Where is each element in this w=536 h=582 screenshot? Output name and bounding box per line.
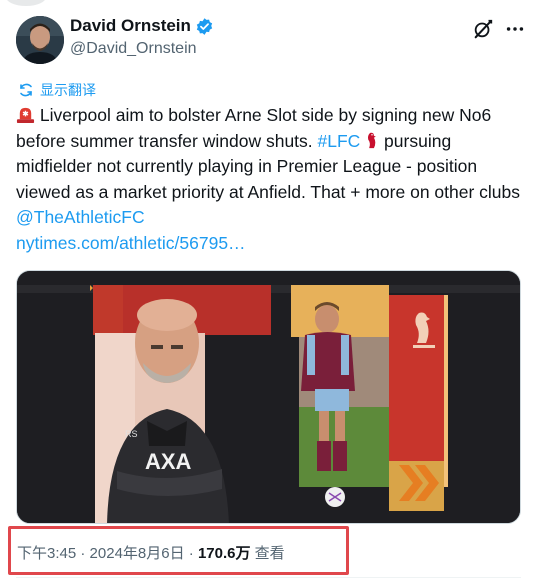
author-handle[interactable]: @David_Ornstein [70, 40, 214, 58]
views-label: 查看 [254, 545, 285, 562]
author-name-row[interactable]: David Ornstein [70, 16, 214, 36]
more-options-icon[interactable] [504, 18, 526, 40]
avatar-photo [16, 16, 64, 64]
views-count: 170.6万 [197, 545, 251, 562]
avatar[interactable] [16, 16, 64, 64]
show-translation-label[interactable]: 显示翻译 [40, 80, 96, 100]
show-translation-link[interactable]: 显示翻译 [18, 80, 96, 100]
grok-icon[interactable] [472, 18, 494, 40]
verified-badge-icon [196, 17, 213, 35]
author-display-name[interactable]: David Ornstein [70, 16, 191, 36]
tweet-meta: 下午3:45 · 2024年8月6日 · 170.6万 查看 [17, 545, 285, 562]
liverbird-emoji-icon [368, 132, 376, 148]
translate-icon [20, 83, 32, 97]
tweet-text: Liverpool aim to bolster Arne Slot side … [16, 103, 522, 257]
tweet-time[interactable]: 下午3:45 [17, 545, 76, 562]
police-light-emoji-icon [16, 107, 35, 124]
article-url-link[interactable]: nytimes.com/athletic/56795… [16, 233, 246, 253]
svg-text:RS: RS [125, 429, 138, 439]
tweet-media-image[interactable]: AXA RS [16, 270, 521, 524]
previous-avatar-edge [6, 0, 46, 6]
divider [16, 577, 521, 578]
tweet-header: David Ornstein @David_Ornstein [16, 14, 524, 68]
hashtag-lfc-link[interactable]: #LFC [318, 131, 361, 151]
svg-text:AXA: AXA [145, 449, 192, 474]
tweet-date[interactable]: 2024年8月6日 [90, 545, 185, 562]
media-graphic: AXA RS [17, 271, 520, 523]
mention-theathleticfc-link[interactable]: @TheAthleticFC [16, 207, 145, 227]
